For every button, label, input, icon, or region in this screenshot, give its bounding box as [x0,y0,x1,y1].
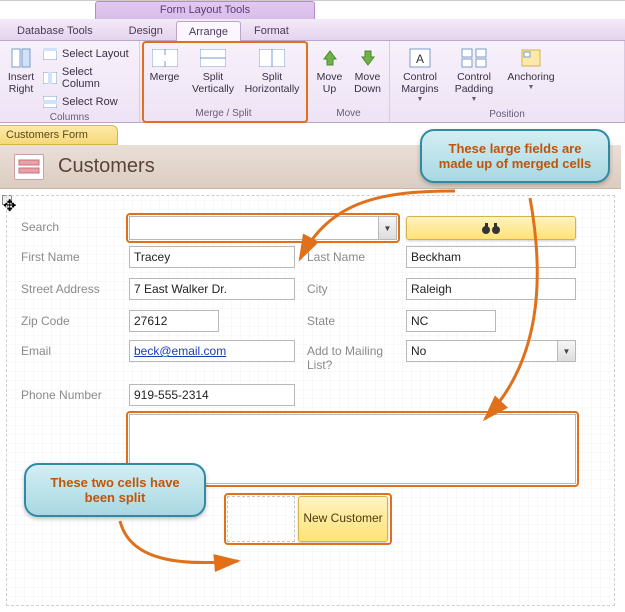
split-cell-left[interactable] [227,496,295,542]
ribbon: Insert Right Select Layout Select Column… [0,41,625,123]
search-combo[interactable]: ▼ [129,216,397,240]
split-horizontally-icon [258,47,286,69]
control-margins-icon: A [406,47,434,69]
select-column-icon [42,71,58,85]
state-field[interactable]: NC [406,310,496,332]
callout-merged: These large fields are made up of merged… [420,129,610,183]
label-street: Street Address [21,282,100,296]
anchoring-button[interactable]: Anchoring ▼ [502,44,560,107]
new-customer-button[interactable]: New Customer [298,496,388,542]
form-design-surface: Customers ✥ Search ▼ First Name Tracey L… [0,145,621,612]
mailing-combo[interactable]: No ▼ [406,340,576,362]
binoculars-icon [480,221,502,235]
select-layout-button[interactable]: Select Layout [40,46,135,62]
label-last-name: Last Name [307,250,365,264]
street-field[interactable]: 7 East Walker Dr. [129,278,295,300]
group-caption-move: Move [312,106,385,122]
form-detail-grid: Search ▼ First Name Tracey Last Name Bec… [6,195,615,606]
dropdown-icon: ▼ [528,84,535,92]
label-zip: Zip Code [21,314,70,328]
svg-text:A: A [416,52,424,66]
split-vertically-button[interactable]: Split Vertically [187,44,239,106]
email-field[interactable]: beck@email.com [129,340,295,362]
callout-split: These two cells have been split [24,463,206,517]
group-caption-position: Position [394,107,620,123]
mailing-value: No [407,341,557,361]
form-logo-icon [14,154,44,180]
last-name-field[interactable]: Beckham [406,246,576,268]
move-up-icon [316,47,344,69]
tab-design[interactable]: Design [116,20,176,40]
control-margins-button[interactable]: A Control Margins ▼ [394,44,446,107]
context-tab-label: Form Layout Tools [95,1,315,19]
split-horizontally-button[interactable]: Split Horizontally [241,44,303,106]
phone-field[interactable]: 919-555-2314 [129,384,295,406]
insert-right-icon [7,47,35,69]
control-padding-icon [460,47,488,69]
zip-field[interactable]: 27612 [129,310,219,332]
select-row-icon [42,95,58,109]
label-state: State [307,314,335,328]
search-button[interactable] [406,216,576,240]
move-down-icon [354,47,382,69]
group-caption-merge: Merge / Split [144,106,303,122]
first-name-field[interactable]: Tracey [129,246,295,268]
insert-right-label: Insert Right [8,71,34,95]
select-layout-icon [42,47,58,61]
label-email: Email [21,344,51,358]
form-title: Customers [58,155,155,178]
anchoring-icon [517,47,545,69]
insert-right-button[interactable]: Insert Right [4,44,38,110]
dropdown-icon: ▼ [471,96,478,104]
select-column-button[interactable]: Select Column [40,65,135,91]
dropdown-icon[interactable]: ▼ [378,217,396,239]
label-phone: Phone Number [21,388,102,402]
tab-format[interactable]: Format [241,20,302,40]
merge-button[interactable]: Merge [144,44,185,106]
control-padding-button[interactable]: Control Padding ▼ [448,44,500,107]
document-tab[interactable]: Customers Form [0,125,118,145]
search-value [130,217,378,239]
group-caption-columns: Columns [4,110,135,126]
label-city: City [307,282,328,296]
tab-arrange[interactable]: Arrange [176,21,241,41]
tab-database-tools[interactable]: Database Tools [4,20,106,40]
dropdown-icon[interactable]: ▼ [557,341,575,361]
ribbon-tabs: Database Tools Design Arrange Format [0,19,625,41]
move-down-button[interactable]: Move Down [350,44,386,106]
split-vertically-icon [199,47,227,69]
select-row-button[interactable]: Select Row [40,94,135,110]
move-up-button[interactable]: Move Up [312,44,348,106]
label-mailing: Add to Mailing List? [307,344,387,373]
merge-icon [151,47,179,69]
dropdown-icon: ▼ [417,96,424,104]
city-field[interactable]: Raleigh [406,278,576,300]
label-search: Search [21,220,59,234]
label-first-name: First Name [21,250,80,264]
